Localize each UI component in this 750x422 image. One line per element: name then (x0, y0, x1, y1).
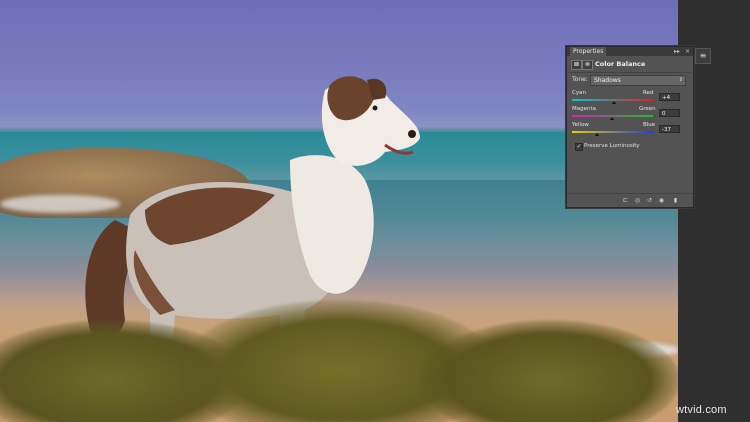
mask-icon[interactable] (582, 60, 593, 70)
red-label: Red (643, 90, 654, 96)
tone-select-value: Shadows (594, 77, 621, 84)
magenta-green-value-input[interactable]: 0 (659, 109, 680, 117)
trash-icon[interactable]: ▮ (672, 197, 679, 204)
reset-icon[interactable]: ↺ (646, 197, 653, 204)
yellow-blue-value-input[interactable]: -37 (659, 125, 680, 133)
preserve-luminosity-checkbox[interactable]: ✓ (575, 143, 583, 151)
watermark: wtvid.com (676, 404, 727, 416)
panel-toggle-button[interactable]: ≡ (695, 48, 711, 64)
yellow-label: Yellow (572, 122, 589, 128)
properties-dock-icon: ≡ (699, 51, 707, 60)
close-icon[interactable]: × (685, 48, 690, 55)
panel-title: Color Balance (595, 60, 646, 68)
properties-panel: Properties ▸▸ × Color Balance Tone: Shad… (566, 46, 694, 208)
cyan-red-value-input[interactable]: +4 (659, 93, 680, 101)
yellow-blue-slider-thumb[interactable] (595, 133, 600, 136)
clip-to-layer-icon[interactable]: ⊏ (622, 197, 629, 204)
cyan-red-slider-thumb[interactable] (611, 101, 616, 104)
tone-select[interactable]: Shadows ⇕ (590, 75, 686, 86)
green-label: Green (639, 106, 656, 112)
tone-label: Tone: (572, 76, 588, 83)
collapse-icon[interactable]: ▸▸ (674, 48, 680, 55)
cyan-label: Cyan (572, 90, 586, 96)
tab-properties[interactable]: Properties (570, 47, 607, 56)
panel-tab-bar: Properties ▸▸ × (567, 47, 693, 56)
magenta-green-slider-thumb[interactable] (610, 117, 614, 120)
magenta-label: Magenta (572, 106, 597, 112)
yellow-blue-slider[interactable] (572, 131, 653, 133)
panel-footer: ⊏ ◎ ↺ ◉ ▮ (567, 193, 693, 208)
preserve-luminosity-label: Preserve Luminosity (584, 143, 640, 149)
divider (569, 72, 691, 73)
chevron-down-icon: ⇕ (678, 77, 683, 83)
toggle-visibility-icon[interactable]: ◉ (658, 197, 665, 204)
adjustment-layer-icon (571, 60, 582, 70)
view-previous-state-icon[interactable]: ◎ (634, 197, 641, 204)
panel-header: Color Balance (570, 59, 690, 70)
blue-label: Blue (643, 122, 656, 128)
